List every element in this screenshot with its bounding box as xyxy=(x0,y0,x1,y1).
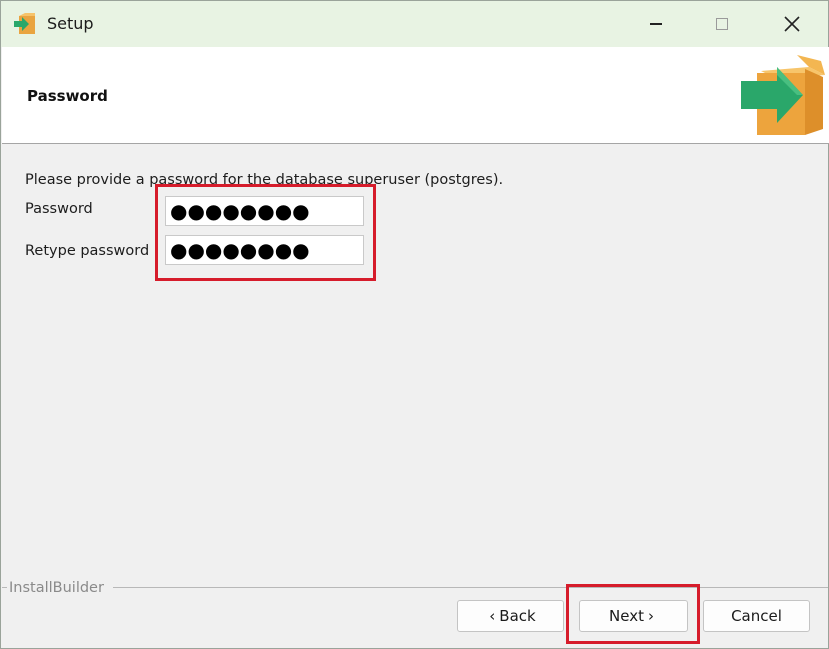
minimize-icon xyxy=(650,23,662,25)
page-header: Password xyxy=(2,47,829,144)
retype-password-input[interactable]: ●●●●●●●● xyxy=(165,235,364,265)
chevron-left-icon: ‹ xyxy=(489,607,496,625)
maximize-icon xyxy=(716,18,728,30)
page-title: Password xyxy=(27,87,108,105)
installer-box-icon xyxy=(741,55,825,135)
footer-divider-left xyxy=(2,587,7,588)
next-button-label: Next xyxy=(609,607,644,625)
chevron-right-icon: › xyxy=(647,607,654,625)
retype-password-label: Retype password xyxy=(25,243,150,259)
back-button[interactable]: ‹ Back xyxy=(457,600,564,632)
footer-divider xyxy=(113,587,828,588)
cancel-button-label: Cancel xyxy=(731,607,782,625)
window-title: Setup xyxy=(47,14,94,33)
app-icon xyxy=(14,13,35,34)
instructions-text: Please provide a password for the databa… xyxy=(25,172,504,188)
setup-window: Setup Password Please provide a password… xyxy=(0,0,829,649)
maximize-button[interactable] xyxy=(687,1,757,47)
close-button[interactable] xyxy=(757,1,827,47)
minimize-button[interactable] xyxy=(621,1,691,47)
back-button-label: Back xyxy=(499,607,536,625)
password-label: Password xyxy=(25,201,93,217)
title-bar[interactable]: Setup xyxy=(1,1,828,47)
installbuilder-brand: InstallBuilder xyxy=(9,580,104,596)
cancel-button[interactable]: Cancel xyxy=(703,600,810,632)
close-icon xyxy=(784,16,800,32)
password-input[interactable]: ●●●●●●●● xyxy=(165,196,364,226)
next-button[interactable]: Next › xyxy=(579,600,688,632)
